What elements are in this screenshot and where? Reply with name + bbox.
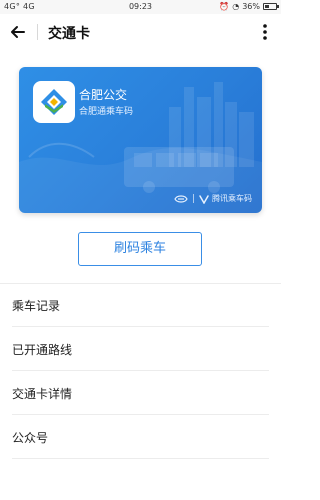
wifi-icon: ◔ [232, 2, 240, 11]
rail-logo-icon [174, 194, 188, 203]
menu-list: 乘车记录 已开通路线 交通卡详情 公众号 [0, 283, 281, 459]
menu-item-label: 公众号 [12, 431, 49, 445]
card-subtitle: 合肥通乘车码 [79, 107, 134, 117]
menu-item-opened-routes[interactable]: 已开通路线 [12, 327, 269, 371]
status-right: ⏰ ◔ 36% [219, 2, 279, 11]
menu-item-label: 已开通路线 [12, 343, 73, 357]
brand-label: 腾讯乘车码 [212, 194, 252, 203]
back-arrow-icon[interactable] [8, 22, 28, 42]
more-options-icon[interactable] [257, 22, 273, 42]
transit-card[interactable]: 合肥公交 合肥通乘车码 腾讯乘车码 [19, 67, 262, 213]
top-bar: 交通卡 [0, 14, 281, 50]
menu-item-label: 乘车记录 [12, 299, 61, 313]
menu-item-card-details[interactable]: 交通卡详情 [12, 371, 269, 415]
page-title: 交通卡 [48, 26, 90, 42]
menu-item-label: 交通卡详情 [12, 387, 73, 401]
battery-icon [263, 3, 279, 10]
menu-item-official-account[interactable]: 公众号 [12, 415, 269, 459]
battery-percent: 36% [242, 2, 260, 11]
card-title: 合肥公交 [79, 88, 128, 102]
brand-separator [193, 194, 194, 203]
menu-item-ride-records[interactable]: 乘车记录 [12, 283, 269, 327]
bus-logo-icon [41, 89, 67, 115]
alarm-icon: ⏰ [219, 2, 230, 11]
status-bar: 4G° 4G 09:23 ⏰ ◔ 36% [0, 0, 281, 14]
header-divider [37, 24, 38, 40]
tencent-logo-icon [199, 194, 209, 204]
hefei-bus-logo [33, 81, 75, 123]
scan-to-ride-button[interactable]: 刷码乘车 [78, 232, 202, 266]
card-brand: 腾讯乘车码 [174, 193, 252, 204]
